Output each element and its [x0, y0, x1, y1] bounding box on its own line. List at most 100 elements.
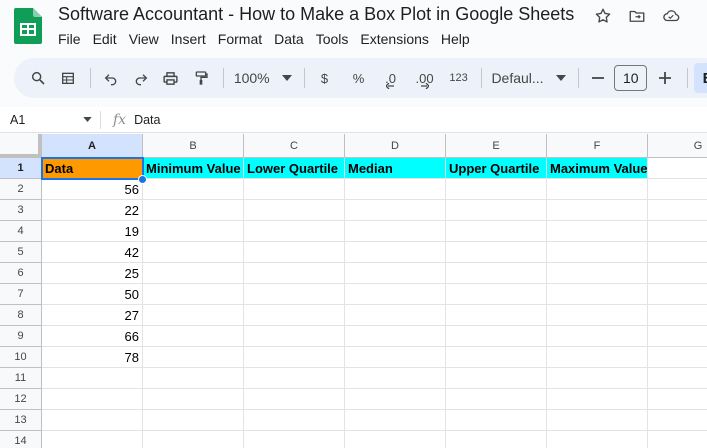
row-header-2[interactable]: 2: [0, 179, 42, 200]
empty-cell[interactable]: [345, 389, 446, 410]
menu-insert[interactable]: Insert: [165, 30, 212, 48]
empty-cell[interactable]: [648, 179, 707, 200]
empty-cell[interactable]: [648, 389, 707, 410]
currency-format-button[interactable]: $: [311, 64, 339, 92]
empty-cell[interactable]: [244, 263, 345, 284]
empty-cell[interactable]: [648, 263, 707, 284]
font-select[interactable]: Defaul...: [487, 64, 569, 92]
empty-cell[interactable]: [143, 200, 244, 221]
empty-cell[interactable]: [547, 179, 648, 200]
name-box[interactable]: A1: [0, 113, 100, 127]
menu-format[interactable]: Format: [212, 30, 268, 48]
menu-data[interactable]: Data: [268, 30, 310, 48]
row-header-11[interactable]: 11: [0, 368, 42, 389]
empty-cell[interactable]: [143, 431, 244, 448]
empty-cell[interactable]: [345, 221, 446, 242]
empty-cell[interactable]: [446, 179, 547, 200]
empty-cell[interactable]: [648, 242, 707, 263]
empty-cell[interactable]: [446, 284, 547, 305]
cell-a6[interactable]: 25: [42, 263, 143, 284]
cell-a9[interactable]: 66: [42, 326, 143, 347]
empty-cell[interactable]: [648, 305, 707, 326]
empty-cell[interactable]: [244, 347, 345, 368]
cell-c1[interactable]: Lower Quartile: [244, 158, 345, 179]
menu-help[interactable]: Help: [435, 30, 476, 48]
empty-cell[interactable]: [42, 389, 143, 410]
empty-cell[interactable]: [345, 347, 446, 368]
decrease-decimal-button[interactable]: .0: [377, 64, 405, 92]
empty-cell[interactable]: [446, 347, 547, 368]
move-to-folder-icon[interactable]: [626, 6, 648, 26]
print-button[interactable]: [157, 64, 185, 92]
empty-cell[interactable]: [345, 368, 446, 389]
empty-cell[interactable]: [143, 305, 244, 326]
decrease-font-size-button[interactable]: [584, 64, 612, 92]
empty-cell[interactable]: [547, 368, 648, 389]
column-header-g[interactable]: G: [648, 134, 707, 158]
empty-cell[interactable]: [547, 242, 648, 263]
menu-extensions[interactable]: Extensions: [354, 30, 434, 48]
empty-cell[interactable]: [547, 284, 648, 305]
row-header-7[interactable]: 7: [0, 284, 42, 305]
fill-handle[interactable]: [138, 175, 147, 184]
empty-cell[interactable]: [143, 347, 244, 368]
empty-cell[interactable]: [345, 242, 446, 263]
cell-a5[interactable]: 42: [42, 242, 143, 263]
select-all-corner[interactable]: [0, 134, 42, 158]
column-header-d[interactable]: D: [345, 134, 446, 158]
menu-edit[interactable]: Edit: [87, 30, 123, 48]
empty-cell[interactable]: [244, 389, 345, 410]
empty-cell[interactable]: [547, 410, 648, 431]
more-formats-button[interactable]: 123: [445, 64, 473, 92]
cell-a10[interactable]: 78: [42, 347, 143, 368]
menu-file[interactable]: File: [52, 30, 87, 48]
cell-a4[interactable]: 19: [42, 221, 143, 242]
empty-cell[interactable]: [244, 242, 345, 263]
cell-a7[interactable]: 50: [42, 284, 143, 305]
empty-cell[interactable]: [345, 410, 446, 431]
empty-cell[interactable]: [446, 326, 547, 347]
menu-tools[interactable]: Tools: [310, 30, 355, 48]
empty-cell[interactable]: [42, 410, 143, 431]
increase-decimal-button[interactable]: .00: [411, 64, 439, 92]
empty-cell[interactable]: [244, 305, 345, 326]
empty-cell[interactable]: [143, 326, 244, 347]
formula-input[interactable]: Data: [134, 113, 160, 127]
row-header-12[interactable]: 12: [0, 389, 42, 410]
column-header-b[interactable]: B: [143, 134, 244, 158]
empty-cell[interactable]: [345, 305, 446, 326]
row-header-13[interactable]: 13: [0, 410, 42, 431]
empty-cell[interactable]: [42, 431, 143, 448]
empty-cell[interactable]: [547, 389, 648, 410]
empty-cell[interactable]: [244, 431, 345, 448]
empty-cell[interactable]: [547, 263, 648, 284]
empty-cell[interactable]: [244, 410, 345, 431]
empty-cell[interactable]: [648, 368, 707, 389]
empty-cell[interactable]: [244, 326, 345, 347]
empty-cell[interactable]: [345, 431, 446, 448]
empty-cell[interactable]: [446, 410, 547, 431]
undo-button[interactable]: [97, 64, 125, 92]
empty-cell[interactable]: [547, 200, 648, 221]
column-header-f[interactable]: F: [547, 134, 648, 158]
row-header-10[interactable]: 10: [0, 347, 42, 368]
empty-cell[interactable]: [547, 326, 648, 347]
empty-cell[interactable]: [648, 326, 707, 347]
cell-a8[interactable]: 27: [42, 305, 143, 326]
cell-f1[interactable]: Maximum Value: [547, 158, 648, 179]
empty-cell[interactable]: [143, 179, 244, 200]
column-header-a[interactable]: A: [42, 134, 143, 158]
empty-cell[interactable]: [648, 200, 707, 221]
empty-cell[interactable]: [143, 410, 244, 431]
empty-cell[interactable]: [648, 284, 707, 305]
document-title[interactable]: Software Accountant - How to Make a Box …: [58, 4, 574, 25]
empty-cell[interactable]: [345, 179, 446, 200]
paint-format-button[interactable]: [187, 64, 215, 92]
zoom-select[interactable]: 100%: [230, 64, 296, 92]
cloud-saved-icon[interactable]: [660, 6, 682, 26]
cell-a3[interactable]: 22: [42, 200, 143, 221]
row-header-8[interactable]: 8: [0, 305, 42, 326]
star-icon[interactable]: [592, 6, 614, 26]
empty-cell[interactable]: [143, 221, 244, 242]
redo-button[interactable]: [127, 64, 155, 92]
